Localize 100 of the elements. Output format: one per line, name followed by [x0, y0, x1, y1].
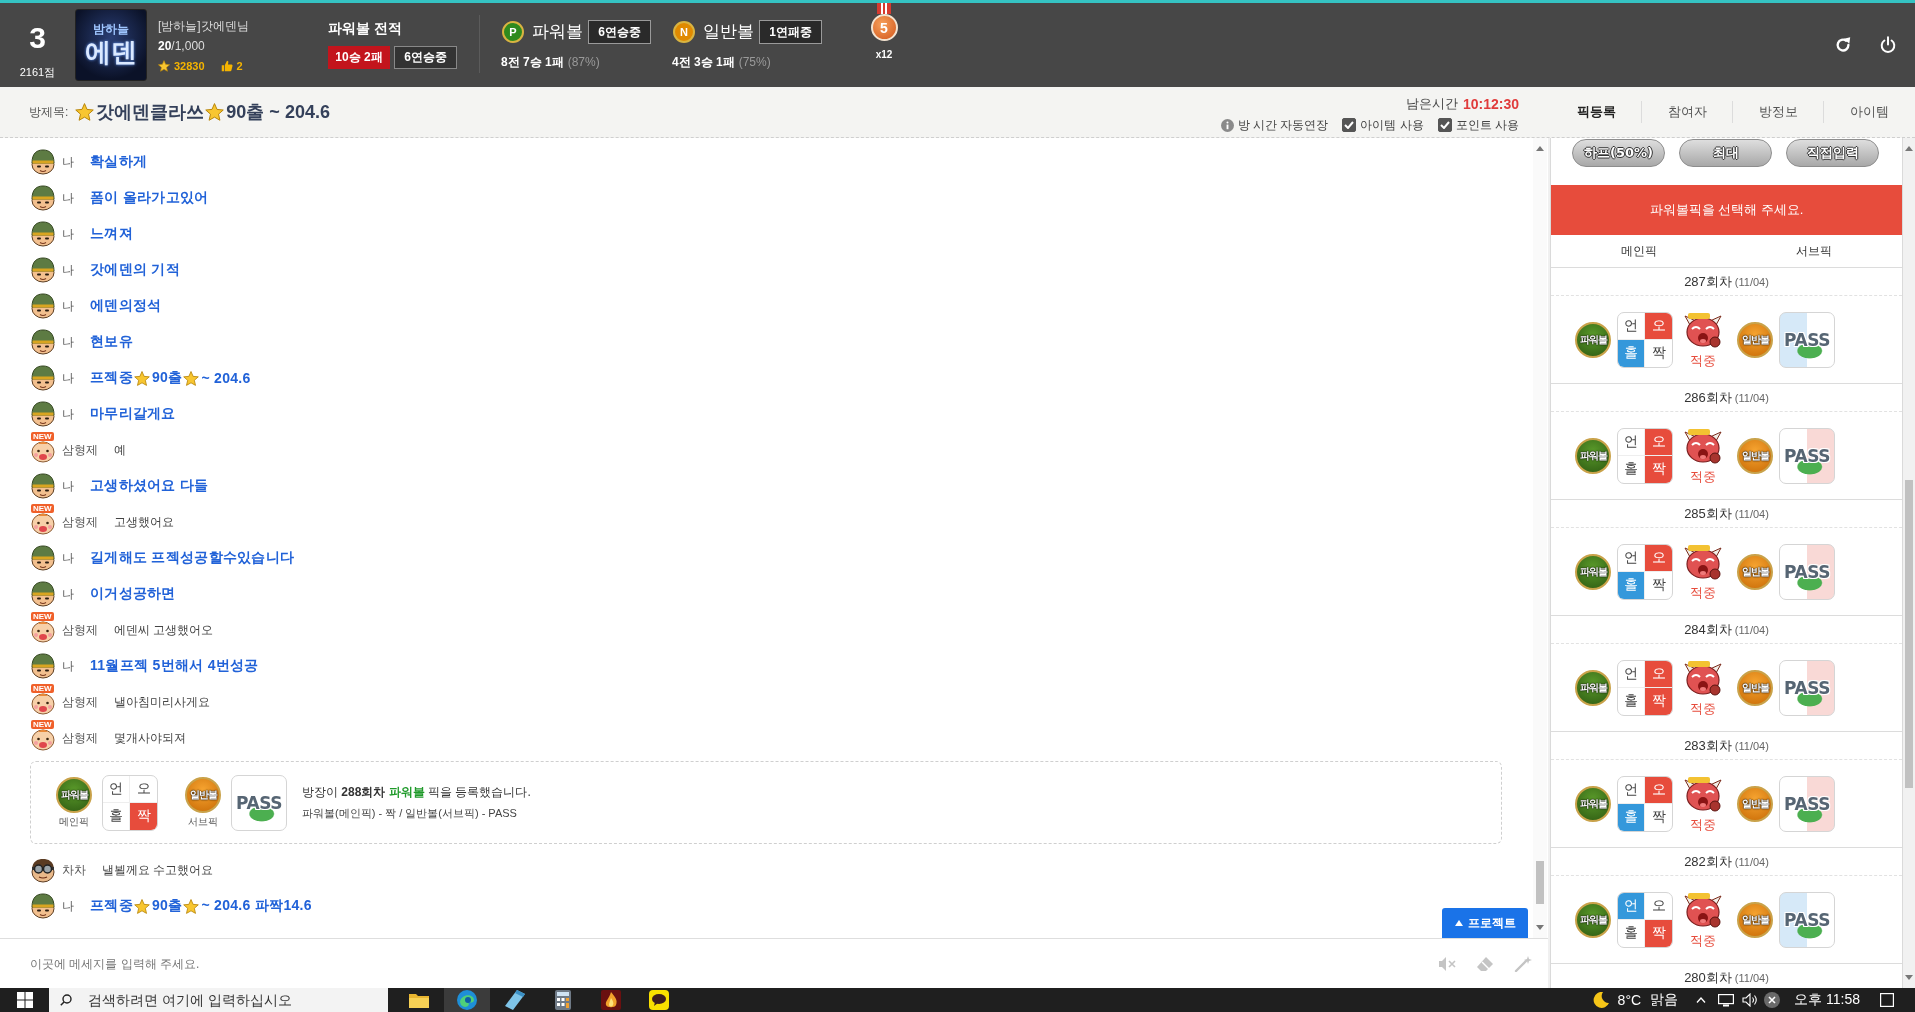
game-record: 8전 7승 1패 [501, 54, 564, 71]
sender-name: 나 [62, 477, 74, 495]
pick-cell: 오 [1645, 544, 1672, 572]
new-badge: NEW [31, 612, 54, 621]
ball-badge: 파워볼 [1575, 669, 1611, 706]
notification-icon[interactable] [1880, 993, 1894, 1007]
streak-badge: 1연패중 [759, 20, 822, 44]
monitor-icon[interactable] [1718, 993, 1735, 1007]
speaker-icon[interactable] [1742, 993, 1759, 1007]
checkbox-option[interactable]: 포인트 사용 [1437, 116, 1519, 134]
chat-bubble-icon[interactable] [649, 990, 669, 1010]
power-icon[interactable] [1879, 36, 1897, 54]
time-label: 남은시간 [1405, 95, 1458, 113]
round-number: 287회차 [1684, 272, 1732, 291]
pick-cell: 오 [1645, 660, 1672, 688]
scrollbar-thumb[interactable] [1905, 480, 1913, 788]
pick-cell: 짝 [1645, 455, 1672, 483]
temperature-text: 8°C [1617, 992, 1642, 1008]
win-rate: (75%) [738, 54, 771, 71]
remaining-time: 10:12:30 [1462, 96, 1519, 112]
refresh-icon[interactable] [1834, 36, 1852, 54]
new-badge: NEW [31, 720, 54, 729]
sender-name: 나 [62, 189, 74, 207]
result-text: 적중 [1690, 468, 1716, 484]
sender-name: 나 [62, 333, 74, 351]
sender-name: 나 [62, 225, 74, 243]
avatar-icon [30, 329, 56, 355]
caret-up-icon[interactable] [1905, 146, 1913, 151]
calculator-icon[interactable] [553, 990, 573, 1010]
room-title-text: 갓에덴클라쓰 [96, 101, 205, 124]
avatar-icon [30, 293, 56, 319]
avatar-icon [30, 545, 56, 571]
pick-cell: 짝 [130, 802, 157, 830]
message-text: 마무리갈게요 [90, 405, 176, 423]
round-number: 280회차 [1684, 968, 1732, 987]
monster-icon [1683, 775, 1723, 814]
message-text: ~ 204.6 파짝14.6 [201, 897, 312, 915]
pass-stamp: PASS [231, 774, 287, 831]
sender-name: 삼형제 [62, 621, 98, 639]
tab[interactable]: 방정보 [1732, 101, 1823, 123]
chevron-up-icon[interactable] [1696, 997, 1707, 1003]
windows-logo-icon[interactable] [16, 992, 33, 1008]
ball-badge: 파워볼 [1575, 321, 1611, 358]
moon-icon [1592, 992, 1609, 1008]
win-rate: (87%) [567, 54, 600, 71]
avatar-icon [30, 221, 56, 247]
checkbox-option[interactable]: 아이템 사용 [1342, 116, 1424, 134]
project-button[interactable]: 프로젝트 [1442, 908, 1528, 938]
ball-badge: 파워볼 [56, 777, 92, 813]
avatar-icon [30, 401, 56, 427]
scrollbar[interactable] [1533, 138, 1547, 938]
new-badge: NEW [31, 504, 54, 513]
profile-logo: 밤하늘 에덴 [75, 9, 147, 81]
streak-badge: 6연승중 [588, 20, 651, 44]
points-text: 32830 [174, 60, 205, 72]
round-date: (11/04) [1734, 391, 1769, 404]
message-text: 예 [114, 441, 126, 459]
star-icon [133, 370, 150, 386]
checkbox[interactable] [1342, 118, 1357, 132]
scrollbar-thumb[interactable] [1536, 861, 1544, 904]
round-date: (11/04) [1734, 855, 1769, 868]
pick-cell: 오 [130, 775, 157, 803]
message-text: 고생했어요 [114, 513, 174, 531]
clock-text[interactable]: 오후 11:58 [1794, 991, 1860, 1009]
tab[interactable]: 아이템 [1823, 101, 1914, 123]
score-text: 2161점 [19, 65, 56, 79]
message-input[interactable]: 이곳에 메세지를 입력해 주세요. [30, 948, 1438, 979]
ball-type-badge: N [673, 21, 695, 43]
flame-icon[interactable] [601, 990, 621, 1010]
tab[interactable]: 픽등록 [1550, 101, 1641, 123]
column-header: 서브픽 [1796, 242, 1833, 260]
pass-stamp: PASS [1779, 775, 1835, 832]
round-number: 285회차 [1684, 504, 1732, 523]
x-circle-icon[interactable] [1764, 992, 1781, 1008]
ball-badge: 일반볼 [185, 777, 221, 813]
message-text: 갓에덴의 기적 [90, 261, 180, 279]
pick-detail: 파워볼(메인픽) - 짝 / 일반볼(서브픽) - PASS [302, 806, 517, 821]
pick-cell: 오 [1645, 776, 1672, 804]
ball-badge: 일반볼 [1737, 553, 1773, 590]
ball-caption: 서브픽 [188, 816, 218, 828]
medal-count: x12 [875, 49, 893, 61]
ball-badge: 일반볼 [1737, 321, 1773, 358]
search-field[interactable]: 검색하려면 여기에 입력하십시오 [49, 988, 388, 1012]
ball-badge: 일반볼 [1737, 901, 1773, 938]
pick-cell-text: 짝 [1650, 807, 1667, 826]
checkbox[interactable] [1437, 118, 1452, 132]
browser-icon[interactable] [444, 988, 490, 1012]
caret-up-icon[interactable] [1536, 146, 1544, 151]
sender-name: 삼형제 [62, 441, 98, 459]
sender-name: 나 [62, 549, 74, 567]
monster-icon [1683, 311, 1723, 350]
caret-down-icon[interactable] [1905, 975, 1913, 980]
message-text: 에덴씨 고생했어오 [114, 621, 214, 639]
caret-down-icon[interactable] [1536, 925, 1544, 930]
tab[interactable]: 참여자 [1641, 101, 1732, 123]
pick-message: 방장이 288회차 파워볼 픽을 등록했습니다. [302, 784, 531, 801]
pen-icon[interactable] [505, 990, 525, 1010]
star-icon [183, 898, 200, 914]
pass-stamp: PASS [1779, 543, 1835, 600]
message-text: 길게해도 프젝성공할수있습니다 [90, 549, 295, 567]
